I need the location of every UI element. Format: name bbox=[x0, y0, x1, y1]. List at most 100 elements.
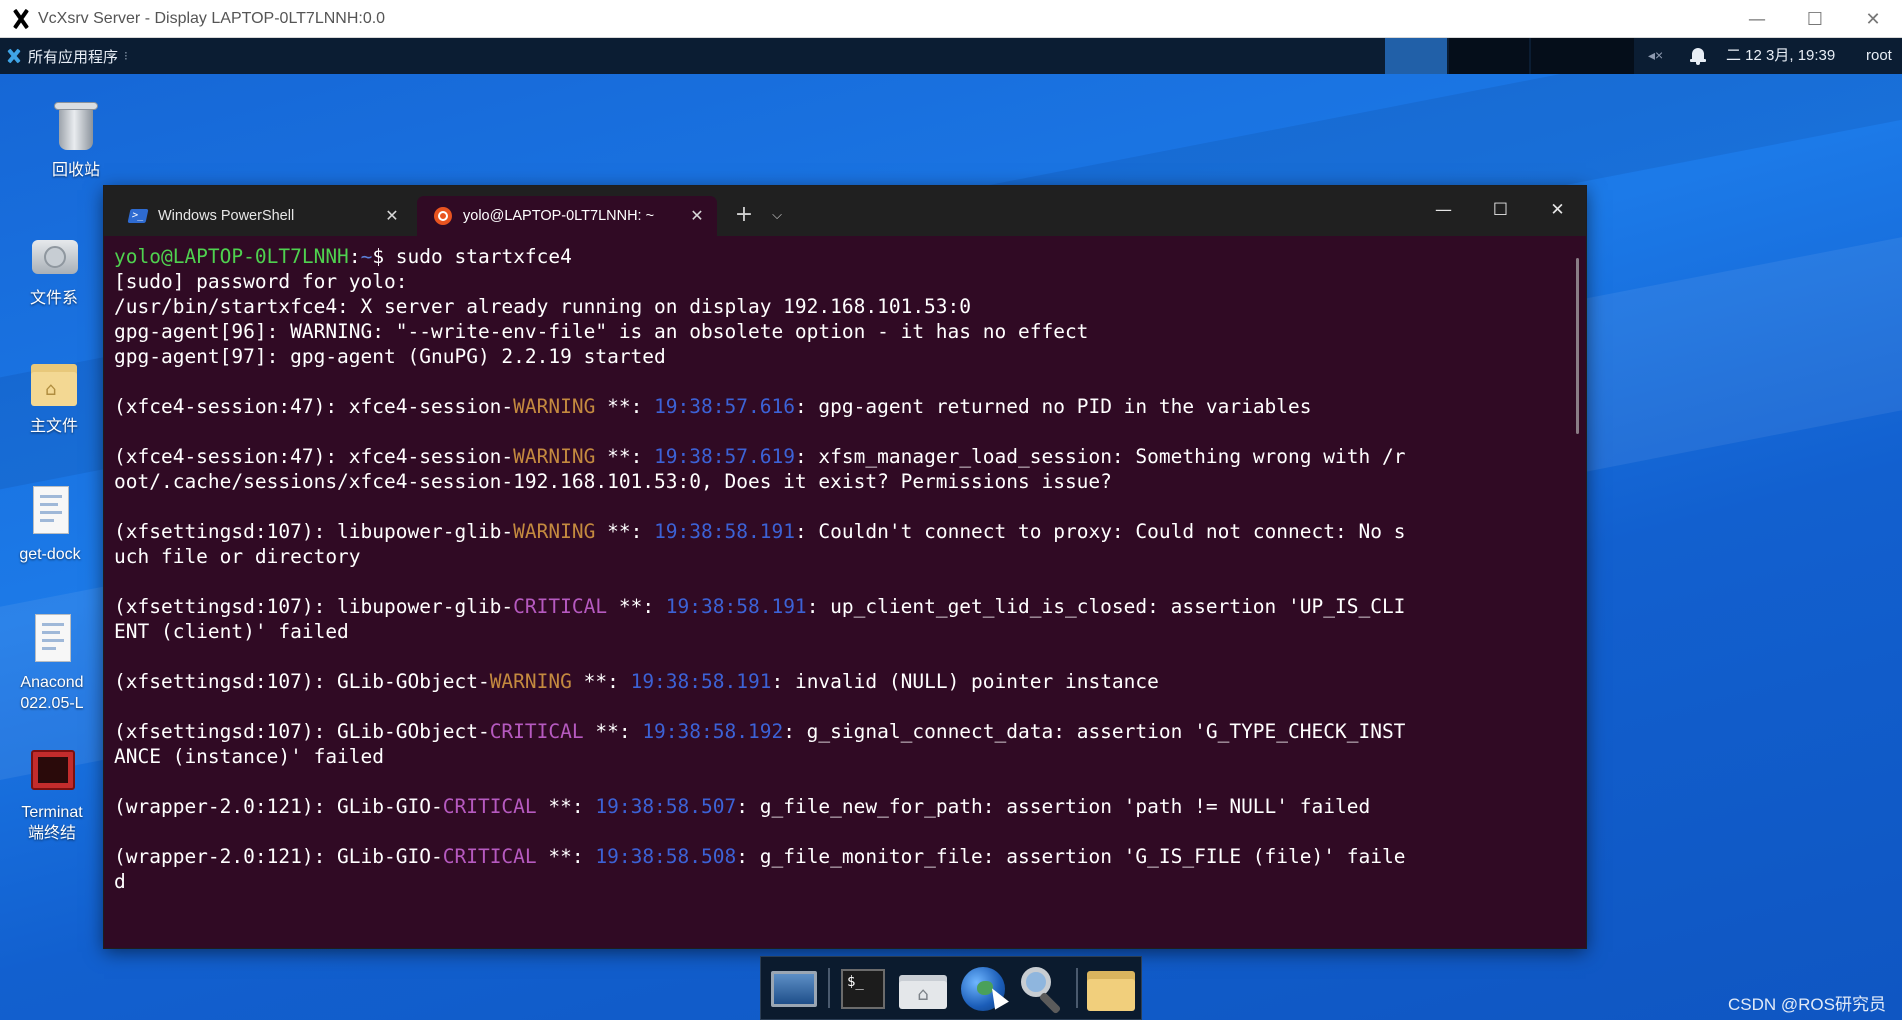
watermark: CSDN @ROS研究员 bbox=[1728, 995, 1886, 1014]
terminal-text-segment: (xfsettingsd:107): libupower-glib- bbox=[114, 520, 514, 543]
close-tab-icon[interactable]: ✕ bbox=[687, 206, 707, 226]
notification-bell-icon[interactable] bbox=[1689, 46, 1707, 66]
terminal-text-segment: (wrapper-2.0:121): GLib-GIO- bbox=[114, 795, 443, 818]
tab-ubuntu-shell[interactable]: yolo@LAPTOP-0LT7LNNH: ~ ✕ bbox=[417, 196, 717, 236]
workspace-2-button[interactable] bbox=[1449, 38, 1529, 74]
terminal-text-segment: (wrapper-2.0:121): GLib-GIO- bbox=[114, 845, 443, 868]
xfce-logo-icon bbox=[6, 48, 22, 64]
terminal-line: (wrapper-2.0:121): GLib-GIO-CRITICAL **:… bbox=[114, 844, 1554, 869]
terminal-text-segment: (xfce4-session:47): xfce4-session- bbox=[114, 395, 514, 418]
terminal-line: [sudo] password for yolo: bbox=[114, 269, 1554, 294]
terminal-window: >_ Windows PowerShell ✕ yolo@LAPTOP-0LT7… bbox=[104, 186, 1586, 948]
applications-menu-button[interactable]: 所有应用程序 ⁝ bbox=[0, 38, 128, 74]
dock-folder[interactable] bbox=[1081, 961, 1139, 1015]
new-tab-button[interactable]: + bbox=[728, 201, 760, 231]
dock-app-finder[interactable] bbox=[1013, 961, 1071, 1015]
terminal-line: (xfce4-session:47): xfce4-session-WARNIN… bbox=[114, 444, 1554, 469]
terminal-line: gpg-agent[96]: WARNING: "--write-env-fil… bbox=[114, 319, 1554, 344]
desktop-icon-filesystem[interactable]: 文件系 bbox=[0, 228, 114, 309]
host-minimize-button[interactable]: — bbox=[1728, 0, 1786, 38]
terminal-icon: $_ bbox=[841, 969, 885, 1009]
tab-windows-powershell[interactable]: >_ Windows PowerShell ✕ bbox=[112, 196, 412, 236]
terminal-text-segment: CRITICAL bbox=[513, 595, 608, 618]
desktop-icon-trash[interactable]: 回收站 bbox=[16, 100, 136, 181]
desktop-icon-anaconda[interactable]: Anacond 022.05-L bbox=[0, 612, 112, 714]
tab-label: yolo@LAPTOP-0LT7LNNH: ~ bbox=[463, 208, 655, 224]
host-close-button[interactable]: ✕ bbox=[1844, 0, 1902, 38]
tab-dropdown-button[interactable]: ⌵ bbox=[764, 201, 790, 231]
terminal-text-segment: : gpg-agent returned no PID in the varia… bbox=[794, 395, 1312, 418]
terminal-text-segment: : bbox=[348, 245, 361, 268]
desktop-icon-get-docker[interactable]: get-dock bbox=[0, 484, 110, 565]
dock-show-desktop[interactable] bbox=[765, 961, 823, 1015]
terminal-text-segment: CRITICAL bbox=[489, 720, 584, 743]
terminal-text-segment: (xfsettingsd:107): GLib-GObject- bbox=[114, 720, 490, 743]
dock-separator bbox=[1076, 968, 1078, 1008]
host-window-controls: — ☐ ✕ bbox=[1728, 0, 1902, 38]
desktop-icon-label: get-dock bbox=[19, 546, 81, 563]
document-icon bbox=[25, 484, 75, 538]
terminal-text-segment: **: bbox=[583, 720, 643, 743]
terminal-line: (xfce4-session:47): xfce4-session-WARNIN… bbox=[114, 394, 1554, 419]
terminal-line: (xfsettingsd:107): GLib-GObject-WARNING … bbox=[114, 669, 1554, 694]
terminal-text-segment: CRITICAL bbox=[442, 795, 537, 818]
panel-handle-icon[interactable]: ⁝ bbox=[124, 49, 128, 63]
host-maximize-button[interactable]: ☐ bbox=[1786, 0, 1844, 38]
desktop-icon-label: 回收站 bbox=[51, 162, 100, 179]
applications-menu-label: 所有应用程序 bbox=[28, 48, 119, 66]
terminal-text-segment: **: bbox=[571, 670, 631, 693]
terminal-output[interactable]: yolo@LAPTOP-0LT7LNNH:~$ sudo startxfce4[… bbox=[114, 244, 1554, 940]
drive-icon bbox=[29, 228, 79, 282]
trash-icon bbox=[51, 100, 101, 154]
desktop-icon-home[interactable]: ⌂ 主文件 bbox=[0, 356, 114, 437]
terminal-text-segment: gpg-agent[96]: WARNING: "--write-env-fil… bbox=[114, 320, 1089, 343]
tab-label: Windows PowerShell bbox=[158, 208, 295, 224]
terminal-text-segment: : up_client_get_lid_is_closed: assertion… bbox=[806, 595, 1406, 618]
xfce-top-panel: 所有应用程序 ⁝ ◂× 二 12 3月, 19:39 root bbox=[0, 38, 1902, 74]
terminal-text-segment: **: bbox=[536, 845, 596, 868]
terminal-text-segment: gpg-agent[97]: gpg-agent (GnuPG) 2.2.19 … bbox=[114, 345, 666, 368]
terminal-tab-bar: >_ Windows PowerShell ✕ yolo@LAPTOP-0LT7… bbox=[104, 186, 1586, 236]
terminal-text-segment: (xfsettingsd:107): GLib-GObject- bbox=[114, 670, 490, 693]
workspace-4-button[interactable] bbox=[1564, 38, 1634, 74]
terminal-text-segment: ANCE (instance)' failed bbox=[114, 745, 385, 768]
terminal-text-segment: 19:38:58.191 bbox=[630, 670, 772, 693]
terminal-scrollbar[interactable] bbox=[1576, 258, 1579, 434]
close-tab-icon[interactable]: ✕ bbox=[382, 206, 402, 226]
terminal-minimize-button[interactable]: — bbox=[1415, 186, 1472, 236]
dock-file-manager[interactable]: ⌂ bbox=[893, 961, 951, 1015]
terminal-text-segment: 19:38:57.616 bbox=[654, 395, 795, 418]
terminal-close-button[interactable]: ✕ bbox=[1529, 186, 1586, 236]
terminal-text-segment: 19:38:58.192 bbox=[642, 720, 784, 743]
xfce-dock: $_ ⌂ bbox=[760, 956, 1142, 1020]
desktop-icon-label: 文件系 bbox=[29, 290, 78, 307]
workspace-1-button[interactable] bbox=[1385, 38, 1447, 74]
panel-clock[interactable]: 二 12 3月, 19:39 bbox=[1726, 38, 1835, 74]
dock-web-browser[interactable] bbox=[953, 961, 1011, 1015]
terminal-maximize-button[interactable]: ☐ bbox=[1472, 186, 1529, 236]
terminal-text-segment: ~ bbox=[360, 245, 373, 268]
terminal-text-segment: : xfsm_manager_load_session: Something w… bbox=[794, 445, 1406, 468]
terminal-text-segment: **: bbox=[595, 520, 655, 543]
terminal-text-segment: : invalid (NULL) pointer instance bbox=[771, 670, 1159, 693]
desktop-icon-label: 主文件 bbox=[29, 418, 78, 435]
terminal-app-icon bbox=[27, 742, 77, 796]
volume-muted-icon[interactable]: ◂× bbox=[1648, 47, 1663, 64]
panel-user-menu[interactable]: root bbox=[1866, 38, 1892, 74]
terminal-text-segment: **: bbox=[536, 795, 596, 818]
dock-terminal[interactable]: $_ bbox=[833, 961, 891, 1015]
desktop-icon-terminator[interactable]: Terminat 端终结 bbox=[0, 742, 112, 844]
terminal-text-segment: [sudo] password for yolo: bbox=[114, 270, 408, 293]
terminal-text-segment: : Couldn't connect to proxy: Could not c… bbox=[794, 520, 1406, 543]
terminal-text-segment: 19:38:57.619 bbox=[654, 445, 795, 468]
home-glyph: ⌂ bbox=[899, 981, 947, 1009]
desktop-icon-label: Anacond 022.05-L bbox=[20, 674, 84, 712]
terminal-line: (wrapper-2.0:121): GLib-GIO-CRITICAL **:… bbox=[114, 794, 1554, 819]
host-title-bar: VcXsrv Server - Display LAPTOP-0LT7LNNH:… bbox=[0, 0, 1902, 38]
ubuntu-icon bbox=[433, 206, 453, 226]
